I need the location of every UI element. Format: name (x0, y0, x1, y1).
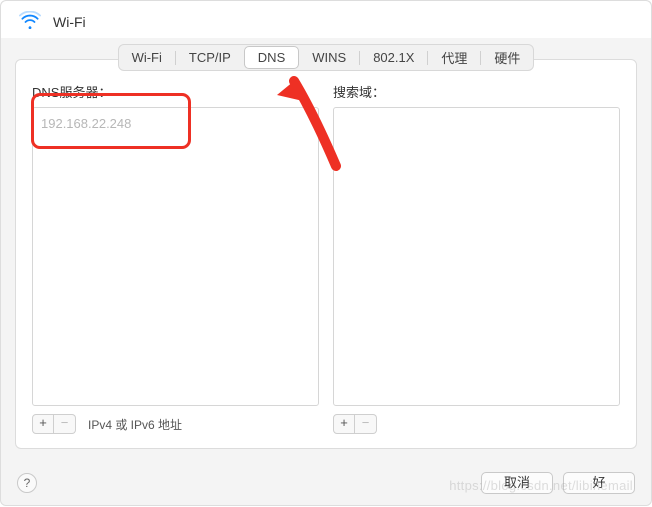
tab-wifi[interactable]: Wi-Fi (119, 47, 175, 68)
tab-hardware[interactable]: 硬件 (481, 45, 533, 70)
ok-button[interactable]: 好 (563, 472, 635, 494)
help-button[interactable]: ? (17, 473, 37, 493)
preferences-window: Wi-Fi Wi-Fi TCP/IP DNS WINS 802.1X 代理 硬件… (0, 0, 652, 506)
add-dns-button[interactable]: + (32, 414, 54, 434)
search-domains-label: 搜索域： (333, 82, 620, 101)
content-panel: DNS服务器： 192.168.22.248 + − IPv4 或 IPv6 地… (15, 59, 637, 449)
dns-servers-footer: + − IPv4 或 IPv6 地址 (32, 414, 319, 434)
window-header: Wi-Fi (1, 1, 651, 38)
list-item[interactable]: 192.168.22.248 (41, 114, 310, 133)
search-domains-listbox[interactable] (333, 107, 620, 406)
dns-servers-label: DNS服务器： (32, 82, 319, 101)
search-domains-column: 搜索域： + − (333, 82, 620, 434)
remove-search-domain-button[interactable]: − (355, 414, 377, 434)
tab-8021x[interactable]: 802.1X (360, 47, 427, 68)
bottom-bar: ? 取消 好 (1, 461, 651, 505)
dns-footer-note: IPv4 或 IPv6 地址 (88, 416, 182, 433)
tab-group: Wi-Fi TCP/IP DNS WINS 802.1X 代理 硬件 (118, 44, 535, 71)
add-search-domain-button[interactable]: + (333, 414, 355, 434)
tab-bar: Wi-Fi TCP/IP DNS WINS 802.1X 代理 硬件 (1, 38, 651, 71)
wifi-icon (19, 11, 41, 32)
tab-tcpip[interactable]: TCP/IP (176, 47, 244, 68)
cancel-button[interactable]: 取消 (481, 472, 553, 494)
columns: DNS服务器： 192.168.22.248 + − IPv4 或 IPv6 地… (32, 82, 620, 434)
remove-dns-button[interactable]: − (54, 414, 76, 434)
search-domains-footer: + − (333, 414, 620, 434)
dns-servers-column: DNS服务器： 192.168.22.248 + − IPv4 或 IPv6 地… (32, 82, 319, 434)
tab-dns[interactable]: DNS (244, 46, 299, 69)
tab-wins[interactable]: WINS (299, 47, 359, 68)
dns-servers-listbox[interactable]: 192.168.22.248 (32, 107, 319, 406)
tab-proxy[interactable]: 代理 (428, 45, 480, 70)
page-title: Wi-Fi (53, 14, 86, 30)
